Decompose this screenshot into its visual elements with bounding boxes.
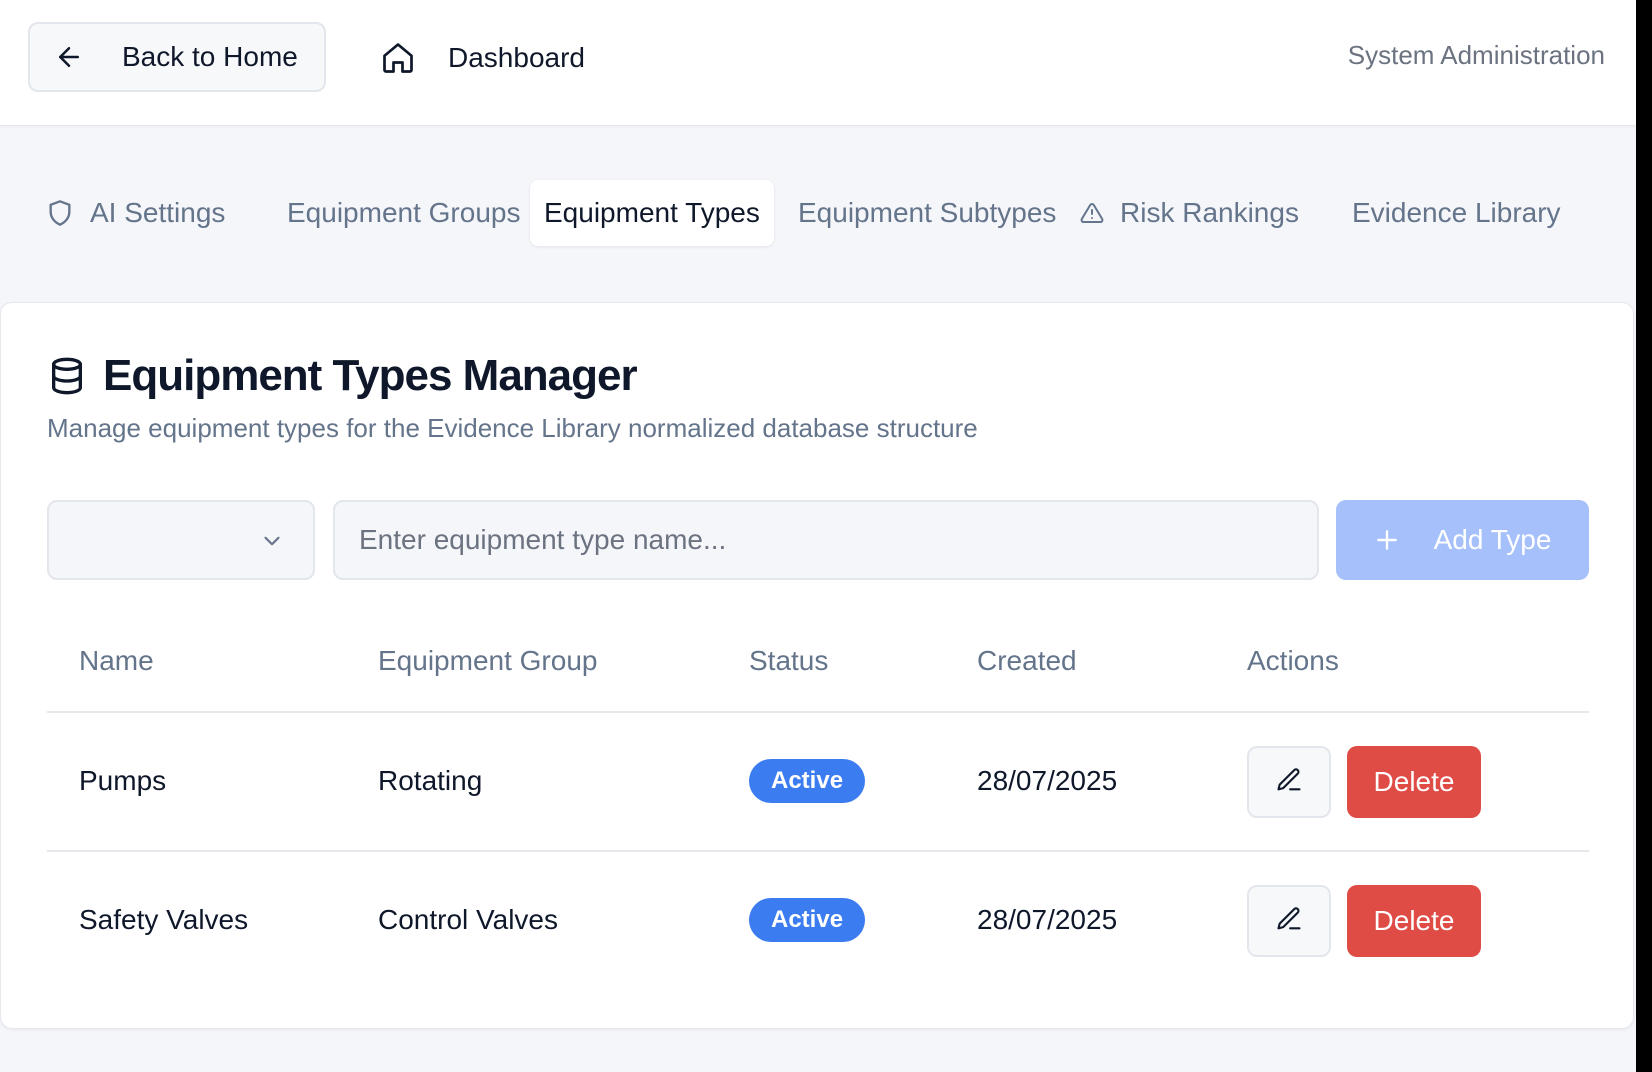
- arrow-left-icon: [54, 42, 84, 72]
- status-badge: Active: [749, 898, 866, 942]
- dashboard-link[interactable]: Dashboard: [380, 30, 585, 86]
- card-title: Equipment Types Manager: [103, 351, 638, 400]
- edit-button[interactable]: [1247, 746, 1331, 818]
- tab-equipment-subtypes-label: Equipment Subtypes: [798, 197, 1057, 228]
- add-type-button[interactable]: Add Type: [1336, 500, 1589, 580]
- warning-triangle-icon: [1080, 201, 1104, 225]
- column-header-created: Created: [977, 645, 1077, 676]
- column-header-name: Name: [79, 645, 154, 676]
- equipment-group-select[interactable]: [47, 500, 315, 580]
- tab-equipment-subtypes[interactable]: Equipment Subtypes: [798, 180, 1056, 246]
- column-header-status: Status: [749, 645, 829, 676]
- context-label: System Administration: [1347, 40, 1605, 70]
- equipment-types-table: Name Equipment Group Status Created Acti…: [47, 613, 1589, 989]
- tab-evidence-library-label: Evidence Library: [1352, 197, 1561, 228]
- tab-ai-settings[interactable]: AI Settings: [46, 180, 225, 246]
- plus-icon: [1374, 527, 1400, 553]
- column-header-actions: Actions: [1247, 645, 1339, 676]
- tab-equipment-types-label: Equipment Types: [544, 197, 760, 228]
- add-type-label: Add Type: [1433, 524, 1552, 555]
- edit-button[interactable]: [1247, 885, 1331, 957]
- tab-equipment-groups-label: Equipment Groups: [287, 197, 521, 228]
- table-row: Safety Valves Control Valves Active 28/0…: [47, 852, 1589, 989]
- equipment-types-card: Equipment Types Manager Manage equipment…: [0, 302, 1634, 1029]
- status-badge: Active: [749, 759, 866, 803]
- card-title-row: Equipment Types Manager: [47, 351, 638, 401]
- cell-created: 28/07/2025: [977, 904, 1118, 935]
- top-header: Back to Home Dashboard System Administra…: [0, 0, 1636, 126]
- table-header: Name Equipment Group Status Created Acti…: [47, 613, 1589, 713]
- tab-risk-rankings-label: Risk Rankings: [1120, 197, 1299, 228]
- tab-equipment-types[interactable]: Equipment Types: [530, 180, 774, 246]
- database-icon: [47, 356, 87, 396]
- tab-ai-settings-label: AI Settings: [90, 197, 226, 228]
- cell-created: 28/07/2025: [977, 765, 1118, 796]
- delete-button[interactable]: Delete: [1347, 746, 1481, 818]
- cell-equipment-group: Control Valves: [378, 904, 559, 935]
- tab-equipment-groups[interactable]: Equipment Groups: [287, 180, 520, 246]
- table-row: Pumps Rotating Active 28/07/2025 Delete: [47, 713, 1589, 852]
- equipment-type-name-input[interactable]: [333, 500, 1319, 580]
- dashboard-label: Dashboard: [448, 42, 585, 73]
- tab-risk-rankings[interactable]: Risk Rankings: [1080, 180, 1299, 246]
- cell-name: Safety Valves: [79, 904, 249, 935]
- card-description: Manage equipment types for the Evidence …: [47, 413, 978, 443]
- back-to-home-label: Back to Home: [122, 41, 298, 72]
- tab-evidence-library[interactable]: Evidence Library: [1352, 180, 1561, 246]
- window-edge: [1636, 0, 1652, 1072]
- shield-icon: [46, 198, 74, 228]
- back-to-home-button[interactable]: Back to Home: [28, 22, 326, 92]
- cell-name: Pumps: [79, 765, 167, 796]
- home-icon: [380, 40, 416, 76]
- delete-button[interactable]: Delete: [1347, 885, 1481, 957]
- pencil-icon: [1275, 766, 1303, 799]
- cell-equipment-group: Rotating: [378, 765, 483, 796]
- chevron-down-icon: [259, 528, 285, 554]
- column-header-equipment-group: Equipment Group: [378, 645, 598, 676]
- admin-tabs: AI Settings Equipment Groups Equipment T…: [0, 180, 1636, 248]
- pencil-icon: [1275, 905, 1303, 938]
